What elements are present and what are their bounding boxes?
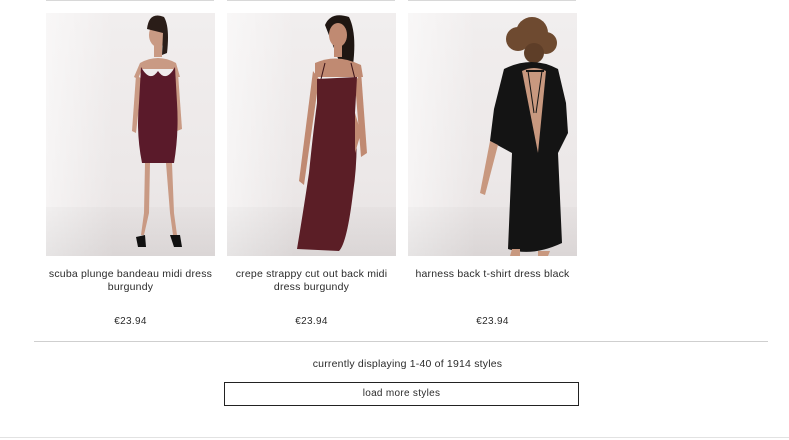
- product-price: €23.94: [476, 316, 509, 327]
- top-divider-3: [408, 0, 576, 1]
- top-divider-2: [227, 0, 395, 1]
- product-image[interactable]: [227, 13, 396, 256]
- footer-divider: [0, 437, 789, 438]
- product-price: €23.94: [295, 316, 328, 327]
- product-price: €23.94: [114, 316, 147, 327]
- results-count: currently displaying 1-40 of 1914 styles: [312, 358, 503, 370]
- section-divider: [34, 341, 768, 342]
- product-image[interactable]: [46, 13, 215, 256]
- product-name[interactable]: scuba plunge bandeau midi dress burgundy: [46, 268, 215, 294]
- top-divider-1: [46, 0, 214, 1]
- product-name[interactable]: crepe strappy cut out back midi dress bu…: [227, 268, 396, 294]
- product-card[interactable]: crepe strappy cut out back midi dress bu…: [227, 13, 396, 327]
- product-image[interactable]: [408, 13, 577, 256]
- product-name[interactable]: harness back t-shirt dress black: [408, 268, 577, 281]
- product-card[interactable]: scuba plunge bandeau midi dress burgundy…: [46, 13, 215, 327]
- load-more-button[interactable]: load more styles: [224, 382, 579, 406]
- product-card[interactable]: harness back t-shirt dress black €23.94: [408, 13, 577, 327]
